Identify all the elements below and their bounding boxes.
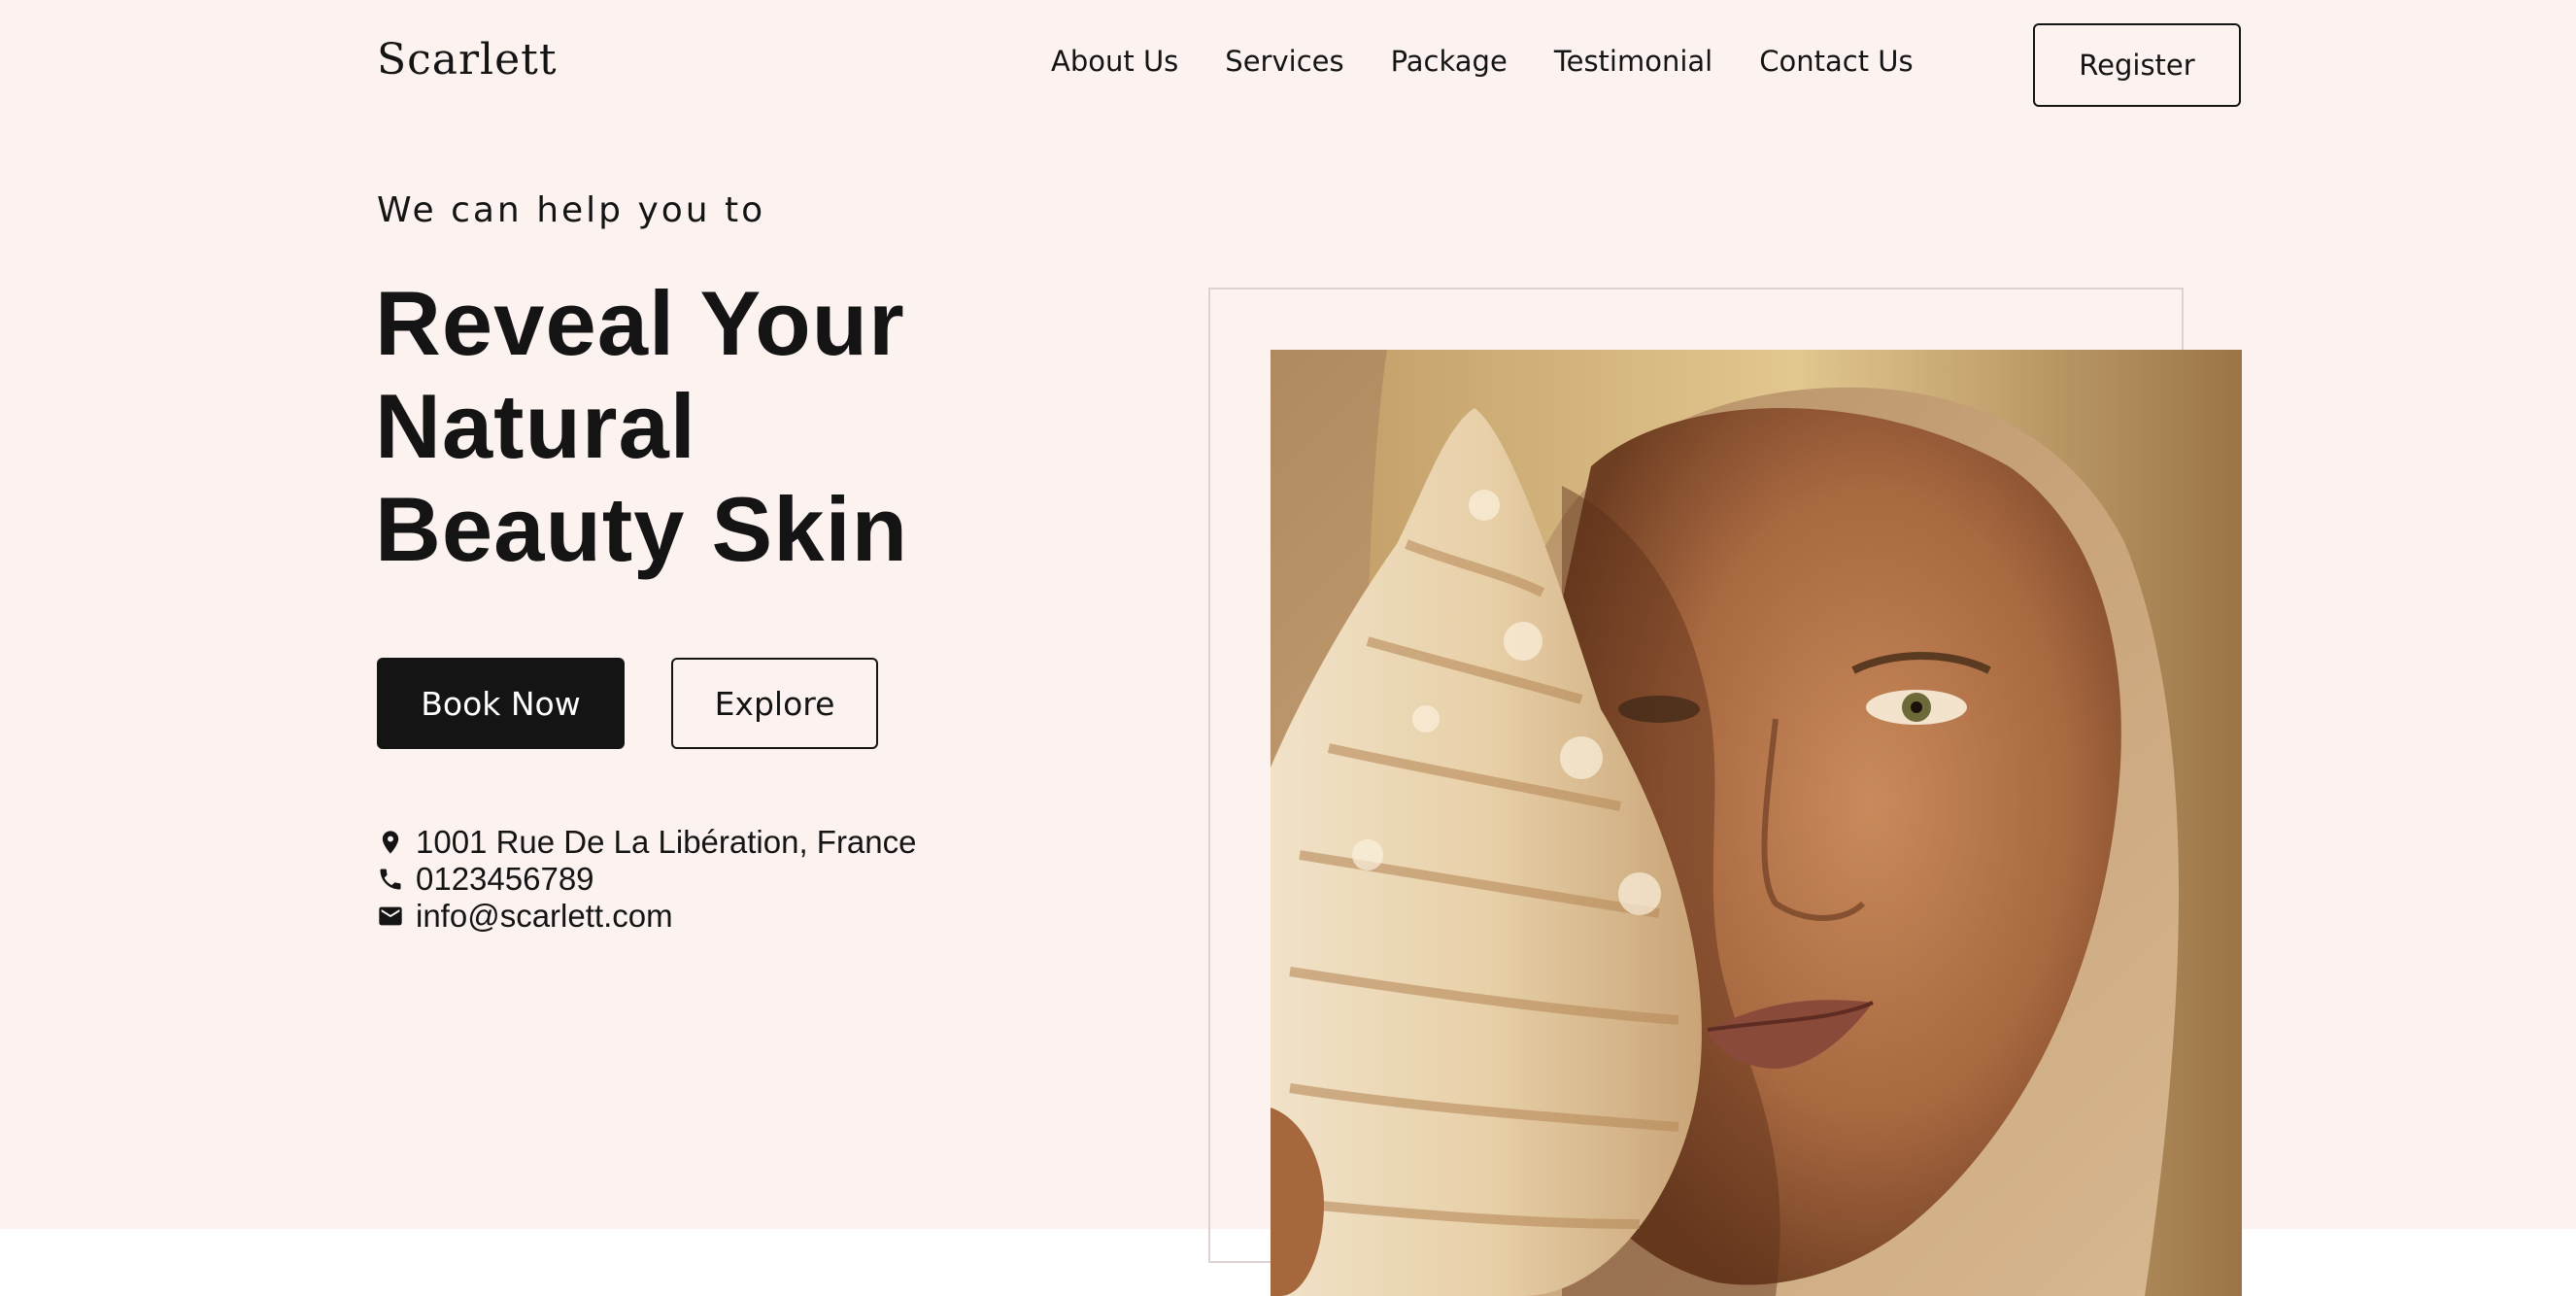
brand-logo[interactable]: Scarlett (377, 35, 558, 85)
phone-icon (380, 869, 401, 890)
nav-about-us[interactable]: About Us (1051, 45, 1178, 78)
nav-package[interactable]: Package (1391, 45, 1508, 78)
explore-button[interactable]: Explore (671, 658, 878, 749)
contact-email: info@scarlett.com (377, 898, 917, 935)
mail-icon (379, 906, 402, 926)
hero-photo-illustration (1271, 350, 2242, 1296)
contact-info: 1001 Rue De La Libération, France 012345… (377, 824, 917, 935)
book-now-button[interactable]: Book Now (377, 658, 625, 749)
address-text: 1001 Rue De La Libération, France (416, 824, 917, 860)
phone-text[interactable]: 0123456789 (416, 861, 594, 898)
hero-eyebrow: We can help you to (377, 190, 766, 230)
headline-line-2: Natural (375, 375, 696, 477)
hero-photo (1271, 350, 2242, 1296)
register-button[interactable]: Register (2033, 23, 2241, 107)
nav-testimonial[interactable]: Testimonial (1554, 45, 1712, 78)
main-nav: About Us Services Package Testimonial Co… (1051, 45, 1914, 78)
nav-services[interactable]: Services (1225, 45, 1343, 78)
nav-contact-us[interactable]: Contact Us (1759, 45, 1913, 78)
headline-line-3: Beauty Skin (375, 478, 909, 580)
email-text[interactable]: info@scarlett.com (416, 898, 673, 935)
headline-line-1: Reveal Your (375, 272, 905, 374)
hero-headline: Reveal Your Natural Beauty Skin (375, 272, 1055, 581)
map-pin-icon (382, 831, 399, 854)
contact-address: 1001 Rue De La Libération, France (377, 824, 917, 861)
contact-phone: 0123456789 (377, 861, 917, 898)
